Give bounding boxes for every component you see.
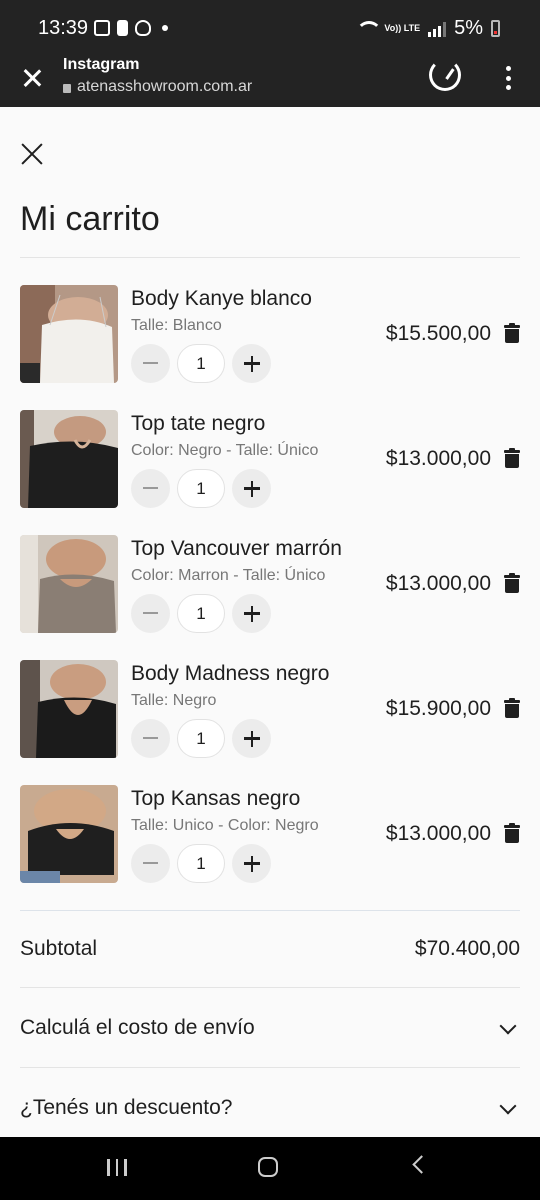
cart-item: Body Kanye blanco Talle: Blanco 1 $15.50…: [0, 285, 540, 385]
decrease-quantity-button[interactable]: [131, 844, 170, 883]
cart-item: Body Madness negro Talle: Negro 1 $15.90…: [0, 660, 540, 760]
decrease-quantity-button[interactable]: [131, 594, 170, 633]
quantity-value[interactable]: 1: [177, 844, 225, 883]
discount-toggle[interactable]: ¿Tenés un descuento?: [20, 1096, 520, 1120]
chevron-down-icon: [499, 1017, 517, 1035]
product-price: $13.000,00: [385, 572, 491, 595]
cart-item: Top Vancouver marrón Color: Marron - Tal…: [0, 535, 540, 635]
wifi-icon: [356, 20, 383, 37]
trash-icon[interactable]: [504, 448, 520, 468]
product-variant: Talle: Blanco: [131, 317, 222, 334]
more-options-icon[interactable]: [504, 66, 512, 90]
subtotal-row: Subtotal $70.400,00: [20, 937, 520, 961]
decrease-quantity-button[interactable]: [131, 344, 170, 383]
quantity-stepper: 1: [131, 844, 271, 883]
trash-icon[interactable]: [504, 823, 520, 843]
discount-label: ¿Tenés un descuento?: [20, 1096, 233, 1119]
decrease-quantity-button[interactable]: [131, 469, 170, 508]
system-navigation-bar: [0, 1137, 540, 1200]
volte-label: Vo)) LTE: [384, 23, 421, 33]
system-icons: Vo)) LTE 5%: [356, 17, 500, 40]
product-variant: Color: Marron - Talle: Único: [131, 567, 326, 584]
cart-item: Top Kansas negro Talle: Unico - Color: N…: [0, 785, 540, 885]
trash-icon[interactable]: [504, 698, 520, 718]
divider: [20, 910, 520, 911]
product-name[interactable]: Top Kansas negro: [131, 787, 300, 811]
status-time: 13:39: [38, 17, 89, 39]
quantity-stepper: 1: [131, 469, 271, 508]
close-cart-icon[interactable]: [20, 141, 44, 165]
shipping-calculator-toggle[interactable]: Calculá el costo de envío: [20, 1016, 520, 1040]
battery-alert-icon: [117, 20, 128, 36]
chevron-down-icon: [499, 1097, 517, 1115]
increase-quantity-button[interactable]: [232, 844, 271, 883]
product-variant: Talle: Unico - Color: Negro: [131, 817, 319, 834]
divider: [20, 987, 520, 988]
product-price: $13.000,00: [385, 822, 491, 845]
quantity-value[interactable]: 1: [177, 344, 225, 383]
product-variant: Color: Negro - Talle: Único: [131, 442, 319, 459]
divider: [20, 257, 520, 258]
browser-url: atenasshowroom.com.ar: [63, 78, 252, 96]
increase-quantity-button[interactable]: [232, 594, 271, 633]
product-price: $15.500,00: [385, 322, 491, 345]
status-bar: 13:39 Vo)) LTE 5%: [0, 0, 540, 54]
quantity-value[interactable]: 1: [177, 469, 225, 508]
product-image: [20, 535, 118, 633]
home-icon[interactable]: [258, 1157, 278, 1177]
wellbeing-icon: [135, 20, 151, 36]
lock-icon: [63, 83, 71, 93]
cart-item: Top tate negro Color: Negro - Talle: Úni…: [0, 410, 540, 510]
recent-apps-icon[interactable]: [107, 1159, 127, 1176]
notification-icons: [94, 20, 168, 36]
close-browser-icon[interactable]: [20, 66, 44, 90]
quantity-value[interactable]: 1: [177, 594, 225, 633]
product-image: [20, 660, 118, 758]
url-text: atenasshowroom.com.ar: [77, 78, 253, 95]
back-icon[interactable]: [412, 1155, 431, 1174]
more-notifications-dot-icon: [162, 25, 168, 31]
browser-toolbar: Instagram atenasshowroom.com.ar: [0, 54, 540, 107]
quantity-stepper: 1: [131, 594, 271, 633]
increase-quantity-button[interactable]: [232, 469, 271, 508]
divider: [20, 1067, 520, 1068]
signal-icon: [428, 21, 447, 37]
product-name[interactable]: Top tate negro: [131, 412, 265, 436]
product-price: $13.000,00: [385, 447, 491, 470]
product-image: [20, 285, 118, 383]
product-image: [20, 410, 118, 508]
cart-title: Mi carrito: [20, 200, 160, 238]
speedometer-icon[interactable]: [429, 59, 461, 91]
product-name[interactable]: Body Kanye blanco: [131, 287, 312, 311]
product-variant: Talle: Negro: [131, 692, 217, 709]
quantity-stepper: 1: [131, 344, 271, 383]
gallery-notification-icon: [94, 20, 110, 36]
decrease-quantity-button[interactable]: [131, 719, 170, 758]
product-name[interactable]: Top Vancouver marrón: [131, 537, 342, 561]
subtotal-value: $70.400,00: [414, 937, 520, 960]
browser-app-title: Instagram: [63, 56, 140, 73]
subtotal-label: Subtotal: [20, 937, 98, 960]
product-image: [20, 785, 118, 883]
battery-percent: 5%: [454, 17, 483, 39]
battery-icon: [491, 20, 500, 37]
quantity-value[interactable]: 1: [177, 719, 225, 758]
shipping-label: Calculá el costo de envío: [20, 1016, 255, 1039]
increase-quantity-button[interactable]: [232, 344, 271, 383]
product-price: $15.900,00: [385, 697, 491, 720]
increase-quantity-button[interactable]: [232, 719, 271, 758]
trash-icon[interactable]: [504, 573, 520, 593]
product-name[interactable]: Body Madness negro: [131, 662, 329, 686]
quantity-stepper: 1: [131, 719, 271, 758]
trash-icon[interactable]: [504, 323, 520, 343]
